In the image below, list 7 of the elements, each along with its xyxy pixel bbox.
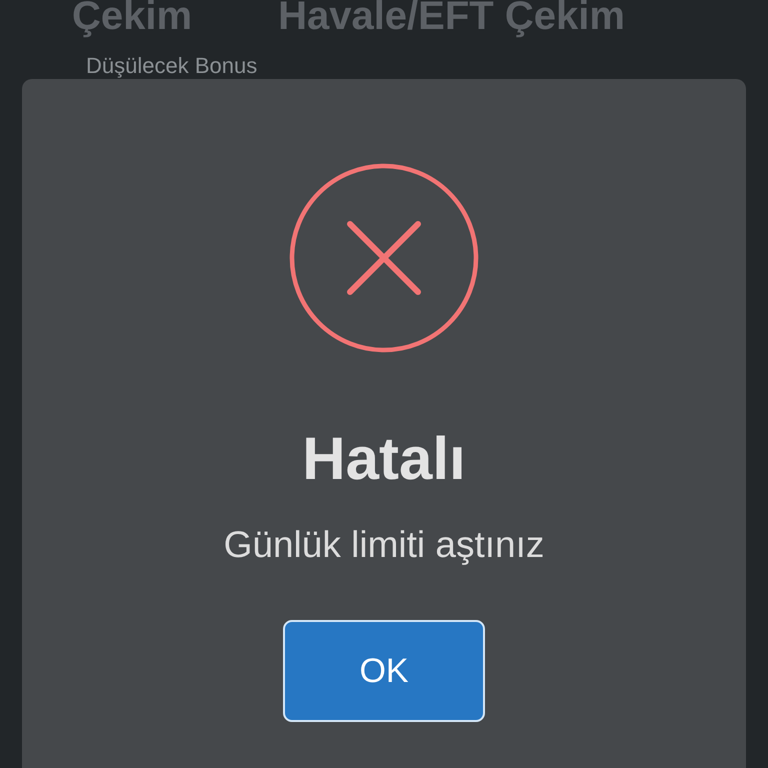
ok-button[interactable]: OK (283, 620, 485, 722)
page-heading: Havale/EFT Çekim (278, 0, 625, 36)
dialog-message: Günlük limiti aştınız (224, 523, 544, 567)
page-heading: Çekim (72, 0, 192, 36)
field-label: Düşülecek Bonus (86, 54, 258, 78)
error-x-circle-icon (289, 163, 479, 353)
dialog-title: Hatalı (302, 429, 466, 489)
